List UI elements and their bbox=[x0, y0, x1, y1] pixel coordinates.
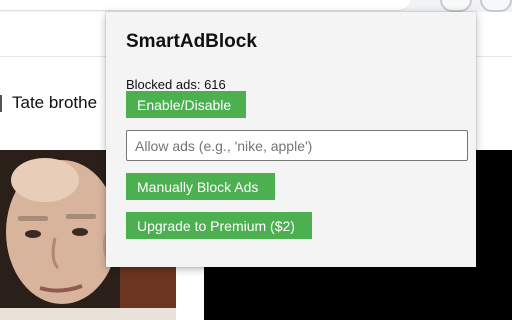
menu-icon[interactable] bbox=[480, 0, 512, 12]
allow-ads-input[interactable] bbox=[126, 130, 468, 161]
address-bar[interactable] bbox=[0, 0, 410, 11]
article-headline-text: Tate brothe bbox=[12, 93, 98, 112]
blocked-ads-label: Blocked ads: bbox=[126, 77, 201, 92]
blocked-ads-count: 616 bbox=[204, 77, 226, 92]
manually-block-ads-button[interactable]: Manually Block Ads bbox=[126, 173, 275, 200]
enable-disable-button[interactable]: Enable/Disable bbox=[126, 91, 246, 118]
browser-toolbar bbox=[0, 0, 512, 12]
popup-title: SmartAdBlock bbox=[126, 31, 257, 52]
smartadblock-popup: SmartAdBlock Blocked ads: 616 Enable/Dis… bbox=[106, 12, 476, 267]
article-headline[interactable]: Tate brothe bbox=[0, 92, 97, 114]
extension-icon[interactable] bbox=[440, 0, 472, 12]
upgrade-premium-button[interactable]: Upgrade to Premium ($2) bbox=[126, 212, 312, 239]
blocked-ads-counter: Blocked ads: 616 bbox=[126, 77, 226, 92]
headline-separator bbox=[0, 94, 2, 112]
